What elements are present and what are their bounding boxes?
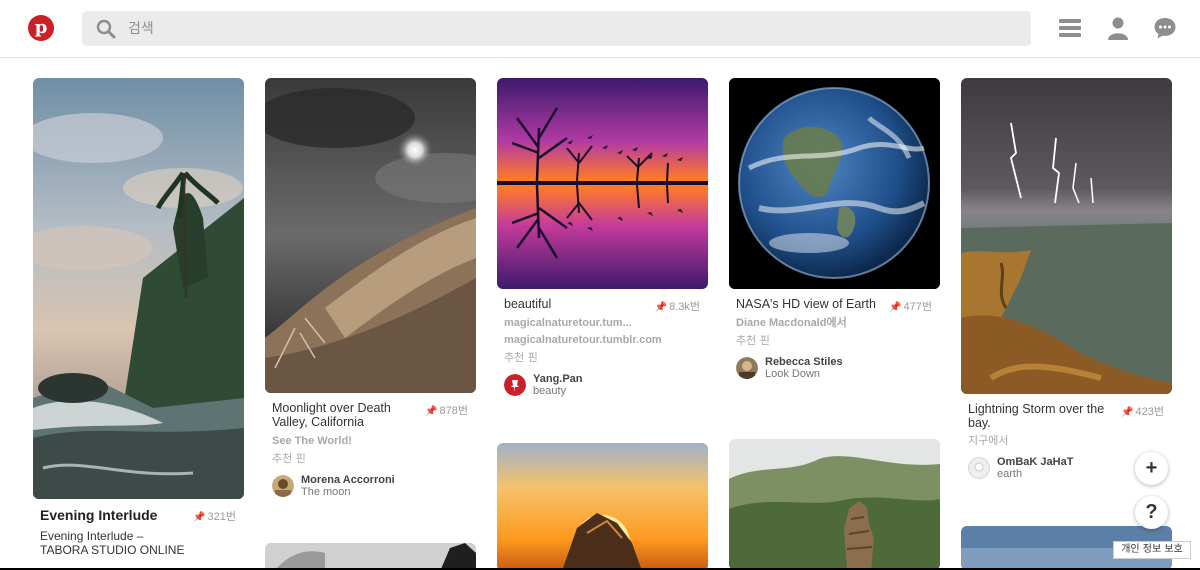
- pin-meta: Lightning Storm over the bay. 📌 423번 지구에서: [961, 394, 1172, 447]
- add-pin-button[interactable]: +: [1135, 452, 1168, 485]
- pin-column-4: NASA's HD view of Earth 📌 477번 Diane Macd…: [729, 78, 940, 570]
- help-button[interactable]: ?: [1135, 496, 1168, 529]
- avatar[interactable]: [968, 457, 990, 479]
- pin-source[interactable]: magicalnaturetour.tum...: [504, 317, 701, 330]
- pin-title[interactable]: NASA's HD view of Earth: [736, 297, 886, 311]
- pin-description: Evening Interlude – TABORA STUDIO ONLINE: [40, 529, 185, 557]
- pin-icon: 📌: [425, 406, 438, 417]
- search-icon: [96, 19, 116, 39]
- pinner-name[interactable]: OmBaK JaHaT: [997, 456, 1073, 468]
- menu-icon[interactable]: [1058, 16, 1082, 40]
- pin-card[interactable]: Moonlight over Death Valley, California …: [265, 78, 476, 498]
- profile-icon[interactable]: [1106, 16, 1130, 40]
- pin-image-sunset-tree[interactable]: [497, 78, 708, 289]
- recommended-label: 추천 핀: [504, 351, 538, 364]
- pinner-info[interactable]: Yang.Pan beauty: [497, 364, 708, 397]
- pin-card[interactable]: Evening Interlude 📌 321번 Evening Interlud…: [33, 78, 244, 557]
- pin-card[interactable]: Lightning Storm over the bay. 📌 423번 지구에서…: [961, 78, 1172, 480]
- avatar[interactable]: [736, 357, 758, 379]
- pin-icon: 📌: [1121, 407, 1134, 418]
- pinner-board[interactable]: earth: [997, 468, 1073, 480]
- avatar[interactable]: [504, 374, 526, 396]
- pinner-board[interactable]: Look Down: [765, 368, 843, 380]
- pin-source-url[interactable]: magicalnaturetour.tumblr.com: [504, 334, 701, 347]
- pin-icon: 📌: [889, 302, 902, 313]
- pin-title[interactable]: Evening Interlude: [40, 507, 190, 523]
- recommended-label: 추천 핀: [272, 452, 306, 465]
- pinner-board[interactable]: The moon: [301, 486, 395, 498]
- pinner-info[interactable]: Rebecca Stiles Look Down: [729, 347, 940, 380]
- repin-count: 📌 878번: [425, 405, 468, 417]
- pin-title[interactable]: Lightning Storm over the bay.: [968, 402, 1118, 430]
- pin-column-5: Lightning Storm over the bay. 📌 423번 지구에서…: [961, 78, 1172, 570]
- source-label: 지구에서: [968, 434, 1009, 447]
- pinner-name[interactable]: Yang.Pan: [533, 373, 583, 385]
- pin-column-3: beautiful 📌 8.3k번 magicalnaturetour.tum..…: [497, 78, 708, 570]
- repin-count: 📌 423번: [1121, 406, 1164, 418]
- repin-count: 📌 321번: [193, 511, 236, 523]
- pin-icon: 📌: [654, 302, 668, 313]
- pin-title[interactable]: beautiful: [504, 297, 654, 311]
- pinner-name[interactable]: Rebecca Stiles: [765, 356, 843, 368]
- pinner-name[interactable]: Morena Accorroni: [301, 474, 395, 486]
- messages-icon[interactable]: [1153, 16, 1177, 40]
- pin-image-desert[interactable]: [265, 78, 476, 393]
- pin-card[interactable]: NASA's HD view of Earth 📌 477번 Diane Macd…: [729, 78, 940, 380]
- pin-image-partial[interactable]: [265, 543, 476, 570]
- repin-count: 📌 477번: [889, 301, 932, 313]
- pin-image-earth[interactable]: [729, 78, 940, 289]
- search-input[interactable]: [128, 11, 1008, 46]
- pin-image-lightning-storm[interactable]: [961, 78, 1172, 394]
- pin-meta: Moonlight over Death Valley, California …: [265, 393, 476, 465]
- pinner-info[interactable]: Morena Accorroni The moon: [265, 465, 476, 498]
- recommended-label: 추천 핀: [736, 334, 770, 347]
- pin-image-seascape[interactable]: [33, 78, 244, 499]
- repin-count: 📌 8.3k번: [654, 301, 700, 313]
- pin-title[interactable]: Moonlight over Death Valley, California: [272, 401, 422, 429]
- pin-source[interactable]: See The World!: [272, 435, 469, 448]
- pinner-board[interactable]: beauty: [533, 385, 583, 397]
- pin-meta: NASA's HD view of Earth 📌 477번 Diane Macd…: [729, 289, 940, 347]
- pin-card[interactable]: beautiful 📌 8.3k번 magicalnaturetour.tum..…: [497, 78, 708, 397]
- pin-image-sunset-rock[interactable]: [497, 443, 708, 570]
- pin-meta: beautiful 📌 8.3k번 magicalnaturetour.tum..…: [497, 289, 708, 364]
- search-bar[interactable]: [82, 11, 1031, 46]
- pin-icon: 📌: [193, 512, 206, 523]
- privacy-button[interactable]: 개인 정보 보호: [1113, 541, 1191, 559]
- top-bar: p: [0, 0, 1200, 58]
- pin-image-forest-rock[interactable]: [729, 439, 940, 570]
- avatar[interactable]: [272, 475, 294, 497]
- pinterest-logo-icon[interactable]: p: [28, 15, 54, 41]
- pin-column-1: Evening Interlude 📌 321번 Evening Interlud…: [33, 78, 244, 557]
- pin-meta: Evening Interlude 📌 321번 Evening Interlud…: [33, 499, 244, 557]
- pin-column-2: Moonlight over Death Valley, California …: [265, 78, 476, 570]
- pin-source[interactable]: Diane Macdonald에서: [736, 317, 933, 330]
